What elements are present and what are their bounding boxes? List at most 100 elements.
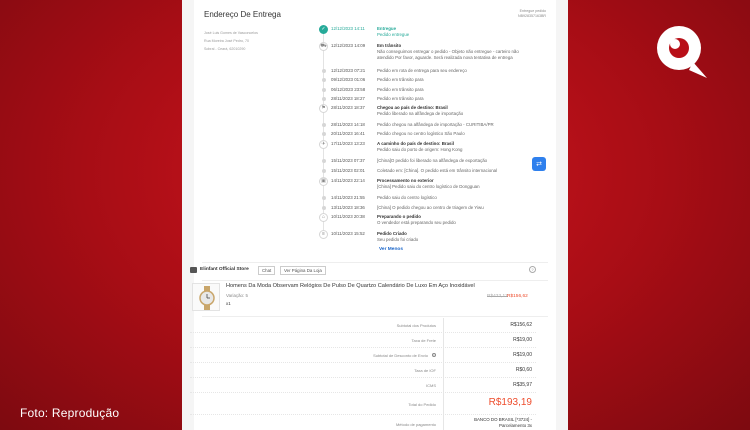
event-desc: Pedido em rota de entrega para seu ender…: [377, 68, 467, 73]
watch-icon: [199, 286, 215, 310]
event-desc: [China]O pedido foi liberado na alfândeg…: [377, 158, 488, 163]
divider: [202, 280, 548, 281]
event-desc: Seu pedido foi criado: [377, 237, 419, 242]
timeline-dot: [321, 169, 326, 173]
product-image[interactable]: [192, 283, 220, 311]
event-date: 15/11/2023 07:37: [331, 158, 365, 163]
address-line: Rua Moreira José Pedro, 70: [204, 39, 249, 43]
divider: [202, 262, 548, 263]
summary-label: ICMS: [426, 383, 436, 388]
event-desc: Coletado em: [China]. O pedido está em t…: [377, 168, 498, 173]
event-desc: Pedido em trânsito para: [377, 77, 424, 82]
summary-value: R$0,60: [515, 367, 532, 373]
summary-row: Subtotal dos Produtos R$156,62: [190, 318, 536, 333]
summary-label: Taxa de Frete: [411, 338, 436, 343]
event-date: 09/12/2023 01:06: [331, 77, 366, 82]
event-desc: Pedido liberado na alfândega de importaç…: [377, 111, 464, 116]
summary-row: Método de pagamento BANCO DO BRASIL [*37…: [190, 415, 536, 430]
event-desc: Pedido saiu do centro logístico: [377, 195, 437, 200]
info-icon[interactable]: i: [430, 352, 436, 357]
summary-row: Taxa de Frete R$19,00: [190, 333, 536, 348]
see-less-link[interactable]: Ver Menos: [379, 247, 403, 252]
divider: [202, 316, 548, 317]
timeline-event: ≡ 10/11/2023 15:52 Pedido Criado Seu ped…: [319, 230, 549, 242]
summary-row: Taxa de IOF R$0,60: [190, 363, 536, 378]
column-divider: [443, 378, 444, 392]
event-desc: O vendedor está preparando seu pedido: [377, 220, 456, 225]
timeline-dot: [321, 78, 326, 82]
store-row: Elinfant Official Store Chat Ver Página …: [190, 266, 536, 276]
photo-credit: Foto: Reprodução: [20, 406, 120, 420]
event-date: 10/11/2023 15:52: [331, 231, 365, 236]
summary-value: R$156,62: [510, 322, 532, 328]
timeline-dot: [321, 206, 326, 210]
summary-label: Subtotal de Desconto de Envio: [373, 353, 428, 358]
summary-value: R$35,97: [513, 382, 532, 388]
timeline-event: ⛟ 12/12/2023 14:09 Em trânsito Não conse…: [319, 42, 549, 60]
column-divider: [443, 393, 444, 414]
event-date: 13/11/2023 18:36: [331, 205, 365, 210]
timeline-event: ✈ 17/11/2023 13:23 A caminho do país de …: [319, 140, 549, 152]
event-date: 12/12/2023 14:09: [331, 43, 366, 48]
event-date: 10/11/2023 20:38: [331, 214, 365, 219]
help-icon[interactable]: ?: [529, 266, 536, 273]
event-desc: Pedido chegou na alfândega de importação…: [377, 122, 494, 127]
timeline-event: ⌂ 10/11/2023 20:38 Preparando o pedido O…: [319, 213, 549, 225]
timeline-dot: [321, 132, 326, 136]
summary-value: R$19,00: [513, 337, 532, 343]
event-date: 15/11/2023 02:01: [331, 168, 365, 173]
column-divider: [443, 348, 444, 362]
translate-icon: ⇄: [536, 161, 542, 168]
tracking-code: NB928357163BR: [518, 14, 546, 18]
event-date: 28/11/2023 18:37: [331, 105, 365, 110]
event-date: 28/11/2023 18:27: [331, 96, 365, 101]
timeline-event: ⚑ 28/11/2023 18:37 Chegou ao país de des…: [319, 104, 549, 116]
timeline-dot: [321, 159, 326, 163]
address-title: Endereço De Entrega: [204, 10, 281, 19]
timeline-dot: [321, 196, 326, 200]
column-divider: [443, 415, 444, 430]
chat-button[interactable]: Chat: [258, 266, 276, 275]
summary-label: Subtotal dos Produtos: [396, 323, 436, 328]
store-icon: ⌂: [319, 213, 328, 222]
box-icon: ▣: [319, 177, 328, 186]
payment-installments: Parcelamento 3x: [499, 423, 532, 428]
translate-button[interactable]: ⇄: [532, 157, 546, 171]
event-date: 14/11/2023 22:14: [331, 178, 365, 183]
event-date: 14/11/2023 21:55: [331, 195, 365, 200]
summary-label: Taxa de IOF: [414, 368, 436, 373]
summary-label: Total do Pedido: [408, 402, 436, 407]
timeline-event: ▣ 14/11/2023 22:14 Processamento no exte…: [319, 177, 549, 189]
visit-store-button[interactable]: Ver Página Da Loja: [280, 266, 326, 275]
timeline-event: ✓ 12/12/2023 14:11 Entregue Pedido entre…: [319, 25, 549, 37]
event-desc: Pedido saiu do porto de origem: Hong Kon…: [377, 147, 463, 152]
event-status: Entregue: [377, 26, 397, 31]
event-date: 06/12/2023 23:58: [331, 87, 366, 92]
brand-logo-icon: [657, 26, 707, 78]
event-desc: [China] Pedido saiu do centro logístico …: [377, 184, 480, 189]
event-desc: Pedido em trânsito para: [377, 96, 424, 101]
event-status: Preparando o pedido: [377, 214, 421, 219]
address-line: José Luis Gomes de Vasconcelos: [204, 31, 258, 35]
event-date: 20/11/2023 16:41: [331, 131, 365, 136]
event-status: Processamento no exterior: [377, 178, 434, 183]
product-price: R$156,62: [507, 294, 528, 299]
store-name[interactable]: Elinfant Official Store: [200, 267, 249, 272]
event-date: 12/12/2023 14:11: [331, 26, 365, 31]
timeline-dot: [321, 123, 326, 127]
summary-label: Método de pagamento: [395, 422, 436, 427]
summary-row: ICMS R$35,97: [190, 378, 536, 393]
summary-row: Total do Pedido R$193,19: [190, 393, 536, 415]
timeline-dot: [321, 88, 326, 92]
event-status: Em trânsito: [377, 43, 402, 48]
column-divider: [443, 333, 444, 347]
tracking-label: Entregue pedido: [519, 9, 546, 13]
event-status: Chegou ao país de destino: Brasil: [377, 105, 448, 110]
event-status: Pedido Criado: [377, 231, 407, 236]
product-name[interactable]: Homens Da Moda Observam Relógios De Puls…: [226, 283, 475, 289]
timeline-dot: [321, 69, 326, 73]
event-date: 12/12/2023 07:21: [331, 68, 366, 73]
event-status: A caminho do país de destino: Brasil: [377, 141, 454, 146]
event-date: 28/11/2023 14:18: [331, 122, 365, 127]
order-screenshot: Endereço De Entrega José Luis Gomes de V…: [182, 0, 568, 430]
